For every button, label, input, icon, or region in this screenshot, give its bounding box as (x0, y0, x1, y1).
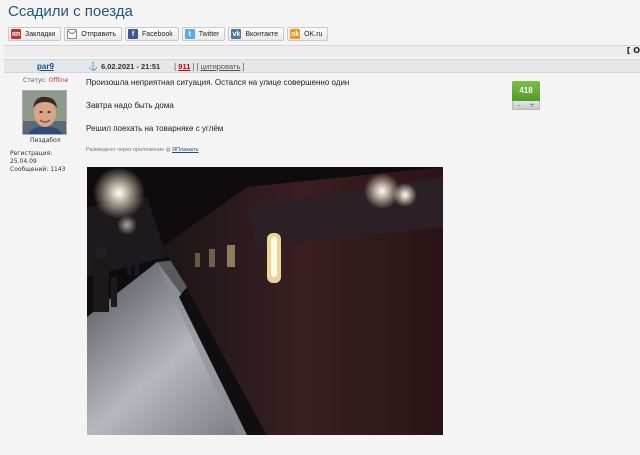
posted-via-app-link[interactable]: ЯПлакалъ (172, 147, 198, 153)
topic-options-link[interactable]: [ О (627, 46, 640, 55)
post-line-1: Произошла неприятная ситуация. Остался н… (86, 78, 350, 87)
post-header: par9 ⚓ 6.02.2021 - 21:51 [ 911 ] [ цитир… (4, 59, 640, 73)
share-facebook-button[interactable]: f Facebook (125, 27, 179, 41)
posted-via: Размещено через приложение ◍ ЯПлакалъ (86, 147, 199, 153)
posted-via-text: Размещено через приложение (86, 147, 165, 153)
share-vkontakte-button[interactable]: vk Вконтакте (228, 27, 285, 41)
rating-value: 418 (512, 81, 540, 101)
rating-vote-bar: – + (512, 101, 540, 110)
share-send-button[interactable]: Отправить (64, 27, 123, 41)
bookmark-icon: яп (11, 29, 21, 39)
bracket-mid: ] [ (192, 62, 199, 71)
mail-icon (67, 29, 78, 39)
share-bookmarks-button[interactable]: яп Закладки (8, 27, 62, 41)
bracket-open: [ (174, 62, 177, 71)
share-send-label: Отправить (81, 30, 117, 38)
share-twitter-button[interactable]: t Twitter (181, 27, 226, 41)
facebook-icon: f (128, 29, 139, 39)
vote-down-button[interactable]: – (517, 102, 520, 109)
status-label: Статус: (23, 77, 47, 84)
odnoklassniki-icon: ok (290, 29, 301, 39)
share-bookmarks-label: Закладки (25, 30, 56, 38)
post-date: 6.02.2021 - 21:51 (100, 62, 161, 71)
post-meta: ⚓ 6.02.2021 - 21:51 [ 911 ] [ цитировать… (88, 62, 244, 71)
user-registered: Регистрация: 25.04.09 (10, 150, 53, 165)
status-value: Offline (48, 77, 69, 84)
post-line-2: Завтра надо быть дома (86, 101, 174, 110)
user-status: Статус: Offline (23, 77, 68, 84)
vk-icon: vk (231, 29, 242, 39)
topic-title: Ссадили с поезда (8, 3, 133, 20)
user-stats: Регистрация: 25.04.09 Сообщений: 1143 (10, 150, 80, 174)
post-anchor-icon[interactable]: ⚓ (88, 62, 98, 71)
share-bar: яп Закладки Отправить f Facebook t Twitt… (8, 27, 329, 41)
user-messages: Сообщений: 1143 (10, 166, 66, 173)
user-info: Статус: Offline Пиздабол Регистрация: 25… (4, 73, 80, 455)
vote-up-button[interactable]: + (529, 102, 534, 109)
bracket-close: ] (242, 62, 245, 71)
post-line-3: Решил поехать на товарняке с углём (86, 124, 224, 133)
post-number-link[interactable]: 911 (178, 62, 190, 71)
share-facebook-label: Facebook (142, 30, 173, 38)
topic-nav-strip: [ О (4, 45, 640, 57)
share-twitter-label: Twitter (198, 30, 220, 38)
quote-link[interactable]: цитировать (201, 62, 241, 71)
twitter-icon: t (184, 29, 195, 39)
share-okru-label: OK.ru (304, 30, 323, 38)
app-icon: ◍ (165, 147, 171, 153)
post-photo[interactable] (87, 167, 443, 435)
user-rank: Пиздабол (30, 137, 61, 144)
post-rating: 418 – + (512, 81, 540, 111)
share-okru-button[interactable]: ok OK.ru (287, 27, 329, 41)
share-vkontakte-label: Вконтакте (245, 30, 279, 38)
avatar[interactable] (22, 90, 67, 135)
post-author-link[interactable]: par9 (37, 62, 54, 71)
